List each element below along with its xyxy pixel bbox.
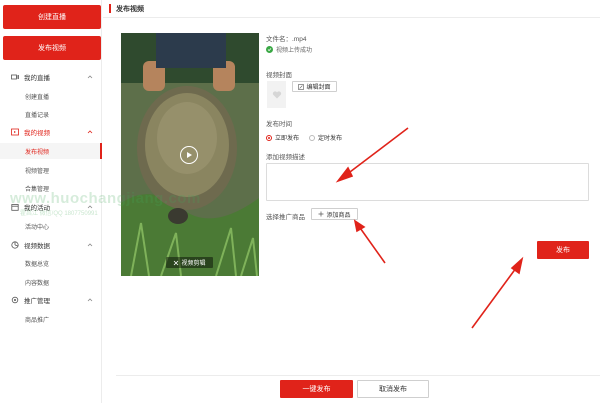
nav-group-my-videos[interactable]: 我的视频: [0, 124, 102, 140]
radio-unselected-icon: [309, 134, 316, 141]
nav-group-label: 推广管理: [24, 298, 50, 305]
radio-publish-now[interactable]: 立即发布: [266, 133, 299, 142]
publish-time-options: 立即发布 定时发布: [266, 133, 352, 142]
scissors-icon: [174, 260, 179, 265]
radio-selected-icon: [266, 134, 272, 141]
play-icon[interactable]: [180, 146, 198, 164]
heart-icon: [272, 90, 281, 98]
nav-group-my-live[interactable]: 我的直播: [0, 69, 102, 85]
add-product-button[interactable]: 添加商品: [311, 208, 358, 220]
nav-group-label: 我的视频: [24, 130, 50, 137]
description-label: 添加视频描述: [266, 154, 305, 161]
arrow-to-publish: [471, 256, 524, 329]
sidebar-item-live-records[interactable]: 直播记录: [0, 106, 102, 122]
publish-button[interactable]: 发布: [537, 241, 589, 259]
sidebar-item-data-overview[interactable]: 数据总览: [0, 255, 102, 271]
promo-product-label: 选择推广商品: [266, 214, 305, 221]
chevron-up-icon: [87, 298, 93, 302]
sidebar-item-create-live[interactable]: 创建直播: [0, 88, 102, 104]
check-circle-icon: [266, 46, 273, 53]
publish-video-button[interactable]: 发布视频: [3, 36, 101, 60]
edit-cover-button[interactable]: 编辑封面: [292, 81, 337, 92]
video-camera-icon: [11, 73, 19, 81]
sidebar-item-content-data[interactable]: 内容数据: [0, 274, 102, 290]
sidebar-item-video-management[interactable]: 视频管理: [0, 162, 102, 178]
page-header: 发布视频: [103, 0, 600, 18]
chevron-up-icon: [87, 75, 93, 79]
title-accent-bar: [109, 4, 111, 13]
cancel-publish-button[interactable]: 取消发布: [357, 380, 429, 398]
radio-publish-scheduled-label: 定时发布: [318, 136, 343, 142]
edit-icon: [298, 83, 305, 90]
one-click-publish-button[interactable]: 一键发布: [280, 380, 353, 398]
video-edit-button[interactable]: 视频剪辑: [166, 257, 213, 268]
chevron-up-icon: [87, 243, 93, 247]
create-live-button[interactable]: 创建直播: [3, 5, 101, 29]
nav-group-video-data[interactable]: 视频数据: [0, 237, 102, 253]
upload-status: 视频上传成功: [266, 45, 312, 54]
chevron-up-icon: [87, 130, 93, 134]
arrow-to-add-product: [353, 219, 386, 264]
pie-chart-icon: [11, 241, 19, 249]
footer-divider: [116, 375, 600, 376]
publish-time-label: 发布时间: [266, 121, 292, 128]
nav-group-label: 视频数据: [24, 243, 50, 250]
cover-label: 视频封面: [266, 72, 292, 79]
page-title: 发布视频: [116, 5, 144, 13]
nav-group-label: 我的直播: [24, 75, 50, 82]
video-list-icon: [11, 128, 19, 136]
add-product-label: 添加商品: [326, 212, 351, 219]
watermark-subtext: 霍昌江 微信/QQ 1807750991: [20, 211, 98, 217]
gear-icon: [11, 296, 19, 304]
radio-publish-scheduled[interactable]: 定时发布: [309, 133, 342, 142]
plus-icon: [318, 211, 324, 217]
upload-status-text: 视频上传成功: [276, 48, 313, 54]
edit-cover-label: 编辑封面: [306, 85, 331, 91]
watermark: www.huochangjiang.com: [10, 190, 201, 207]
sidebar-item-product-promotion[interactable]: 商品推广: [0, 311, 102, 327]
video-edit-label: 视频剪辑: [181, 261, 206, 267]
radio-publish-now-label: 立即发布: [275, 136, 300, 142]
sidebar-item-publish-video[interactable]: 发布视频: [0, 143, 102, 159]
description-textarea[interactable]: [266, 163, 589, 201]
sidebar-item-activity-center[interactable]: 活动中心: [0, 218, 102, 234]
nav-group-promotion-management[interactable]: 推广管理: [0, 292, 102, 308]
cover-thumbnail[interactable]: [267, 81, 286, 108]
file-name: 文件名：.mp4: [266, 36, 307, 43]
